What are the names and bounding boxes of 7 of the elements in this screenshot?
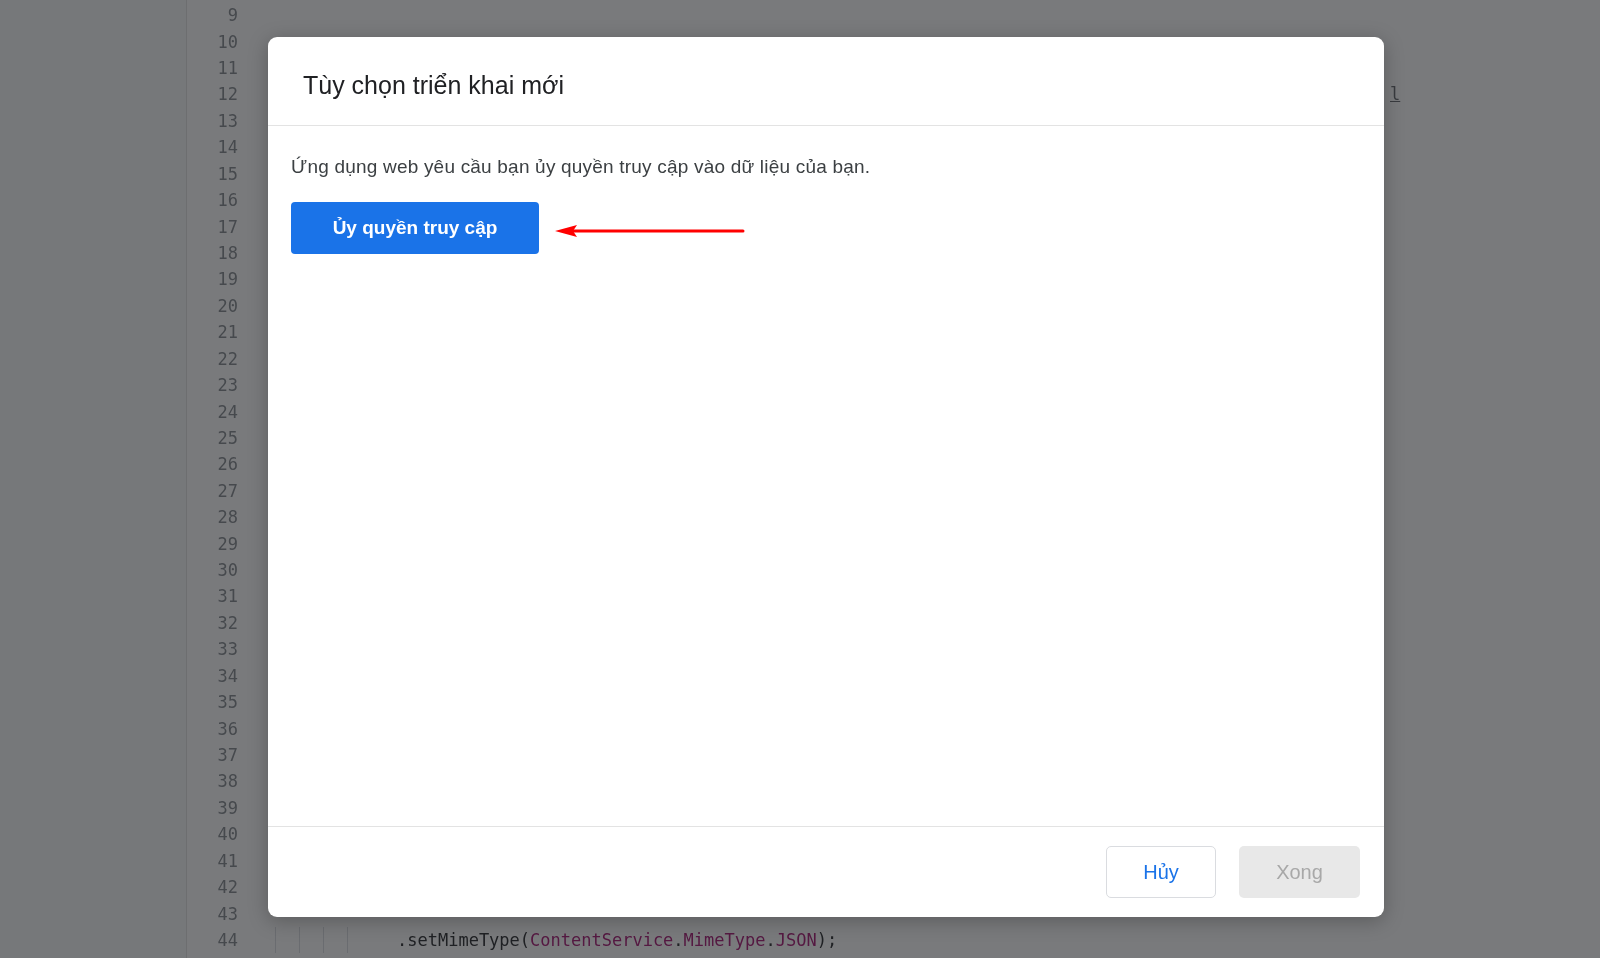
dialog-message: Ứng dụng web yêu cầu bạn ủy quyền truy cập vào dữ liệu của bạn. (291, 156, 872, 178)
dialog-title: Tùy chọn triển khai mới (303, 70, 564, 100)
code-line: .setMimeType(ContentService.MimeType.JSON); (397, 929, 838, 950)
code-line: l (1390, 84, 1401, 105)
cancel-button[interactable]: Hủy (1106, 846, 1216, 898)
authorize-button[interactable]: Ủy quyền truy cập (291, 202, 539, 254)
arrow-icon (555, 224, 745, 238)
